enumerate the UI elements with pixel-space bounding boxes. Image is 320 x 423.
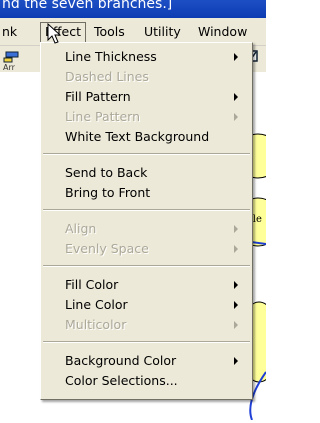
submenu-arrow-icon: [234, 321, 238, 329]
window-title: nd the seven branches.]: [2, 0, 173, 12]
menu-item-label: Align: [65, 221, 97, 236]
menu-item-align: Align: [41, 219, 252, 239]
menu-item-label: Line Thickness: [65, 49, 157, 64]
menu-item-label: Line Pattern: [65, 109, 140, 124]
menu-item-label: Multicolor: [65, 317, 127, 332]
menu-item-color-selections[interactable]: Color Selections...: [41, 371, 252, 391]
menu-window[interactable]: Window: [194, 22, 251, 42]
menu-item-fill-pattern[interactable]: Fill Pattern: [41, 87, 252, 107]
submenu-arrow-icon: [234, 53, 238, 61]
menu-item-line-color[interactable]: Line Color: [41, 295, 252, 315]
menu-item-label: Dashed Lines: [65, 69, 149, 84]
submenu-arrow-icon: [234, 357, 238, 365]
menu-separator: [43, 341, 250, 343]
menu-item-bring-to-front[interactable]: Bring to Front: [41, 183, 252, 203]
menu-separator: [43, 209, 250, 211]
menu-item-label: Fill Color: [65, 277, 119, 292]
submenu-arrow-icon: [234, 245, 238, 253]
menu-item-label: Background Color: [65, 353, 177, 368]
menu-item-multicolor: Multicolor: [41, 315, 252, 335]
menu-item-label: Fill Pattern: [65, 89, 131, 104]
menu-utility[interactable]: Utility: [140, 22, 185, 42]
menu-item-evenly-space: Evenly Space: [41, 239, 252, 259]
menu-item-send-to-back[interactable]: Send to Back: [41, 163, 252, 183]
arrange-label: Arr: [3, 63, 15, 72]
menu-item-white-text-background[interactable]: White Text Background: [41, 127, 252, 147]
arrange-button[interactable]: Arr: [2, 50, 22, 72]
menu-link[interactable]: nk: [0, 22, 21, 42]
submenu-arrow-icon: [234, 281, 238, 289]
menu-item-label: Bring to Front: [65, 185, 151, 200]
menu-item-label: Send to Back: [65, 165, 148, 180]
menu-item-label: Evenly Space: [65, 241, 149, 256]
menu-item-dashed-lines: Dashed Lines: [41, 67, 252, 87]
mouse-pointer-icon: [47, 23, 61, 44]
menu-item-fill-color[interactable]: Fill Color: [41, 275, 252, 295]
menu-item-label: Line Color: [65, 297, 128, 312]
submenu-arrow-icon: [234, 93, 238, 101]
menu-separator: [43, 265, 250, 267]
menu-item-label: White Text Background: [65, 129, 210, 144]
menu-item-label: Color Selections...: [65, 373, 178, 388]
effect-dropdown-menu: Line Thickness Dashed Lines Fill Pattern…: [40, 42, 253, 400]
submenu-arrow-icon: [234, 225, 238, 233]
menu-tools[interactable]: Tools: [90, 22, 129, 42]
menu-separator: [43, 153, 250, 155]
arrange-icon: [3, 51, 19, 63]
menu-item-line-pattern: Line Pattern: [41, 107, 252, 127]
menu-item-background-color[interactable]: Background Color: [41, 351, 252, 371]
submenu-arrow-icon: [234, 113, 238, 121]
submenu-arrow-icon: [234, 301, 238, 309]
menu-item-line-thickness[interactable]: Line Thickness: [41, 47, 252, 67]
window-titlebar[interactable]: nd the seven branches.]: [0, 0, 266, 18]
